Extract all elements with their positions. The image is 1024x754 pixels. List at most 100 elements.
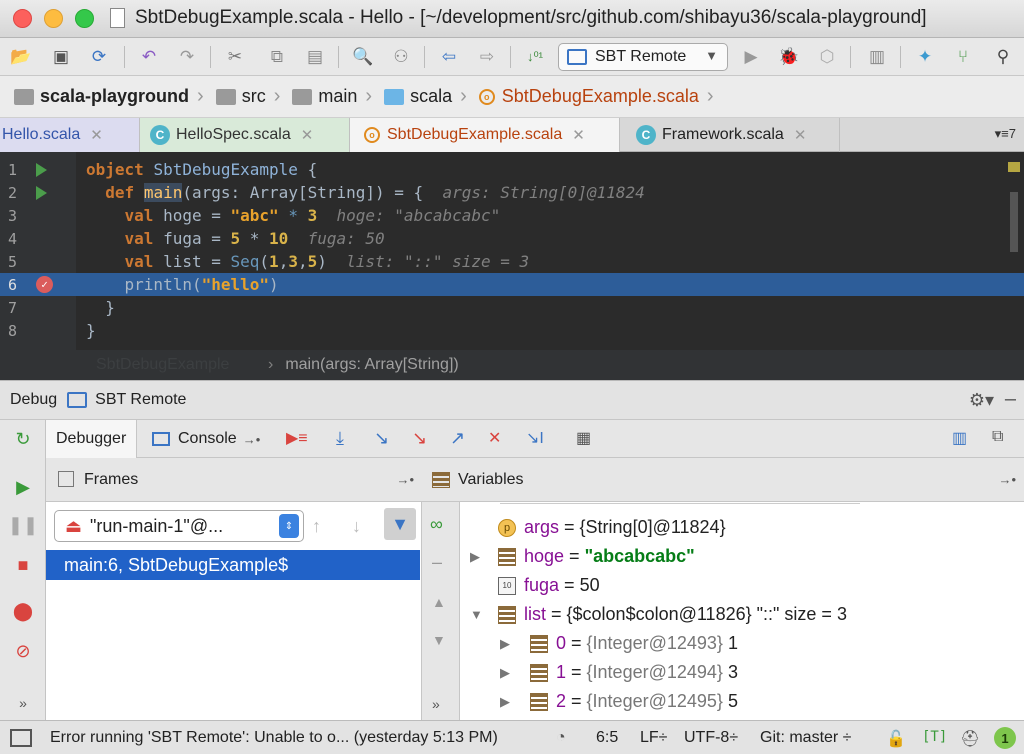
more-icon[interactable]: »: [432, 696, 440, 712]
move-watch-up-icon[interactable]: ▲: [432, 594, 446, 610]
variable-row[interactable]: p args = {String[0]@11824}: [460, 513, 1024, 542]
type-aware-highlight-toggle[interactable]: [T]: [922, 729, 947, 745]
back-icon[interactable]: ⇦: [438, 46, 460, 68]
tab-hellospec[interactable]: C HelloSpec.scala ✕: [140, 118, 350, 152]
step-out-icon[interactable]: ↗: [450, 428, 472, 450]
rerun-icon[interactable]: ↻: [12, 428, 34, 450]
breakpoint-icon[interactable]: ✓: [36, 276, 53, 293]
stack-frame-row[interactable]: main:6, SbtDebugExample$: [46, 550, 420, 580]
variables-tree[interactable]: p args = {String[0]@11824} ▶ hoge = "abc…: [460, 502, 1024, 720]
status-message[interactable]: Error running 'SBT Remote': Unable to o.…: [50, 729, 498, 747]
copy-icon[interactable]: ⧉: [266, 46, 288, 68]
stop-icon[interactable]: ■: [12, 554, 34, 576]
tab-framework[interactable]: C Framework.scala ✕: [620, 118, 840, 152]
previous-frame-icon[interactable]: ↑: [312, 516, 321, 537]
lock-icon[interactable]: 🔓: [886, 729, 906, 749]
step-into-icon[interactable]: ↘: [374, 428, 396, 450]
force-step-into-icon[interactable]: ↘: [412, 428, 434, 450]
editor-breadcrumb-method[interactable]: main(args: Array[String]): [285, 356, 458, 374]
editor-scrollbar[interactable]: [1010, 192, 1018, 252]
maximize-window-button[interactable]: [75, 9, 94, 28]
sync-icon[interactable]: ⟳: [88, 46, 110, 68]
cut-icon[interactable]: ✂: [224, 46, 246, 68]
variable-row[interactable]: ▼ list = {$colon$colon@11826} "::" size …: [460, 600, 1024, 629]
pause-icon[interactable]: ❚❚: [8, 514, 38, 536]
more-icon[interactable]: »: [12, 692, 34, 714]
expand-arrow-icon[interactable]: ▶: [500, 636, 510, 652]
vcs-branch-icon[interactable]: ⑂: [952, 46, 974, 68]
expand-arrow-icon[interactable]: ▶: [500, 665, 510, 681]
settings-list-icon[interactable]: ⧉: [992, 428, 1014, 450]
show-execution-point-icon[interactable]: ▶≡: [286, 428, 308, 450]
tab-hello[interactable]: Hello.scala ✕: [0, 118, 140, 152]
search-everywhere-icon[interactable]: ⚲: [992, 46, 1014, 68]
cursor-position[interactable]: 6:5: [596, 729, 618, 747]
drop-frame-icon[interactable]: ✕: [488, 428, 510, 450]
run-gutter-icon[interactable]: [36, 186, 47, 200]
variable-row[interactable]: ▶ 2 = {Integer@12495} 5: [460, 687, 1024, 716]
notifications-badge[interactable]: 1: [994, 727, 1016, 749]
coverage-icon[interactable]: ⬡: [816, 46, 838, 68]
code-editor[interactable]: 1 object SbtDebugExample { 2 def main(ar…: [0, 152, 1024, 380]
pin-icon[interactable]: →•: [243, 432, 261, 447]
project-structure-icon[interactable]: ▥: [866, 46, 888, 68]
vcs-update-icon[interactable]: ✦: [914, 46, 936, 68]
file-encoding[interactable]: UTF-8÷: [684, 729, 738, 747]
close-window-button[interactable]: [13, 9, 32, 28]
variable-row[interactable]: ▶ 1 = {Integer@12494} 3: [460, 658, 1024, 687]
open-folder-icon[interactable]: 📂: [10, 46, 32, 68]
save-icon[interactable]: ▣: [50, 46, 72, 68]
inspector-icon[interactable]: ⛑: [960, 729, 980, 749]
redo-icon[interactable]: ↷: [176, 46, 198, 68]
variable-row[interactable]: ▶ hoge = "abcabcabc": [460, 542, 1024, 571]
editor-status-marker[interactable]: [1008, 162, 1020, 172]
tab-sbtdebugexample[interactable]: o SbtDebugExample.scala ✕: [350, 118, 620, 152]
hide-panel-icon[interactable]: –: [1005, 388, 1016, 411]
restore-layout-icon[interactable]: ▥: [952, 428, 974, 450]
find-icon[interactable]: 🔍: [352, 46, 374, 68]
step-over-icon[interactable]: ⤓: [336, 428, 358, 450]
replace-icon[interactable]: ⚇: [390, 46, 412, 68]
toggle-toolwindows-icon[interactable]: [10, 729, 32, 747]
expand-arrow-icon[interactable]: ▶: [470, 549, 480, 565]
undo-icon[interactable]: ↶: [138, 46, 160, 68]
tab-debugger[interactable]: Debugger: [46, 420, 138, 458]
pin-icon[interactable]: →•: [998, 472, 1016, 487]
next-frame-icon[interactable]: ↓: [352, 516, 361, 537]
breadcrumb-file[interactable]: o SbtDebugExample.scala ›: [478, 85, 720, 108]
close-tab-icon[interactable]: ✕: [794, 126, 807, 144]
editor-breadcrumb-object[interactable]: SbtDebugExample: [96, 356, 229, 374]
paste-icon[interactable]: ▤: [304, 46, 326, 68]
git-branch[interactable]: Git: master ÷: [760, 729, 851, 747]
variable-row[interactable]: ▶ 0 = {Integer@12493} 1: [460, 629, 1024, 658]
breadcrumb-main[interactable]: main ›: [292, 85, 378, 108]
debug-icon[interactable]: 🐞: [778, 46, 800, 68]
move-watch-down-icon[interactable]: ▼: [432, 632, 446, 648]
thread-select[interactable]: ⏏ "run-main-1"@... ⇕: [54, 510, 304, 542]
close-tab-icon[interactable]: ✕: [572, 126, 585, 144]
breadcrumb-project[interactable]: scala-playground ›: [14, 85, 210, 108]
breadcrumb-scala[interactable]: scala ›: [384, 85, 473, 108]
run-to-cursor-icon[interactable]: ↘I: [526, 428, 548, 450]
mute-breakpoints-icon[interactable]: ⊘: [12, 640, 34, 662]
breadcrumb-src[interactable]: src ›: [215, 85, 287, 108]
resume-icon[interactable]: ▶: [12, 476, 34, 498]
run-icon[interactable]: ▶: [740, 46, 762, 68]
gear-icon[interactable]: ⚙▾: [969, 390, 994, 411]
run-gutter-icon[interactable]: [36, 163, 47, 177]
minimize-window-button[interactable]: [44, 9, 63, 28]
evaluate-expression-icon[interactable]: ▦: [576, 428, 598, 450]
close-tab-icon[interactable]: ✕: [301, 126, 314, 144]
pin-icon[interactable]: →•: [396, 472, 414, 487]
run-configuration-select[interactable]: SBT Remote ▼: [558, 43, 728, 71]
line-separator[interactable]: LF÷: [640, 729, 667, 747]
build-icon[interactable]: ↓⁰¹: [524, 46, 546, 68]
expand-arrow-icon[interactable]: ▶: [500, 694, 510, 710]
forward-icon[interactable]: ⇨: [476, 46, 498, 68]
close-tab-icon[interactable]: ✕: [90, 126, 103, 144]
debug-config-name[interactable]: SBT Remote: [95, 391, 186, 409]
memory-indicator-icon[interactable]: ◔: [556, 729, 566, 747]
tab-console[interactable]: Console →•: [142, 420, 270, 458]
remove-watch-icon[interactable]: –: [432, 552, 442, 573]
collapse-arrow-icon[interactable]: ▼: [470, 607, 483, 622]
